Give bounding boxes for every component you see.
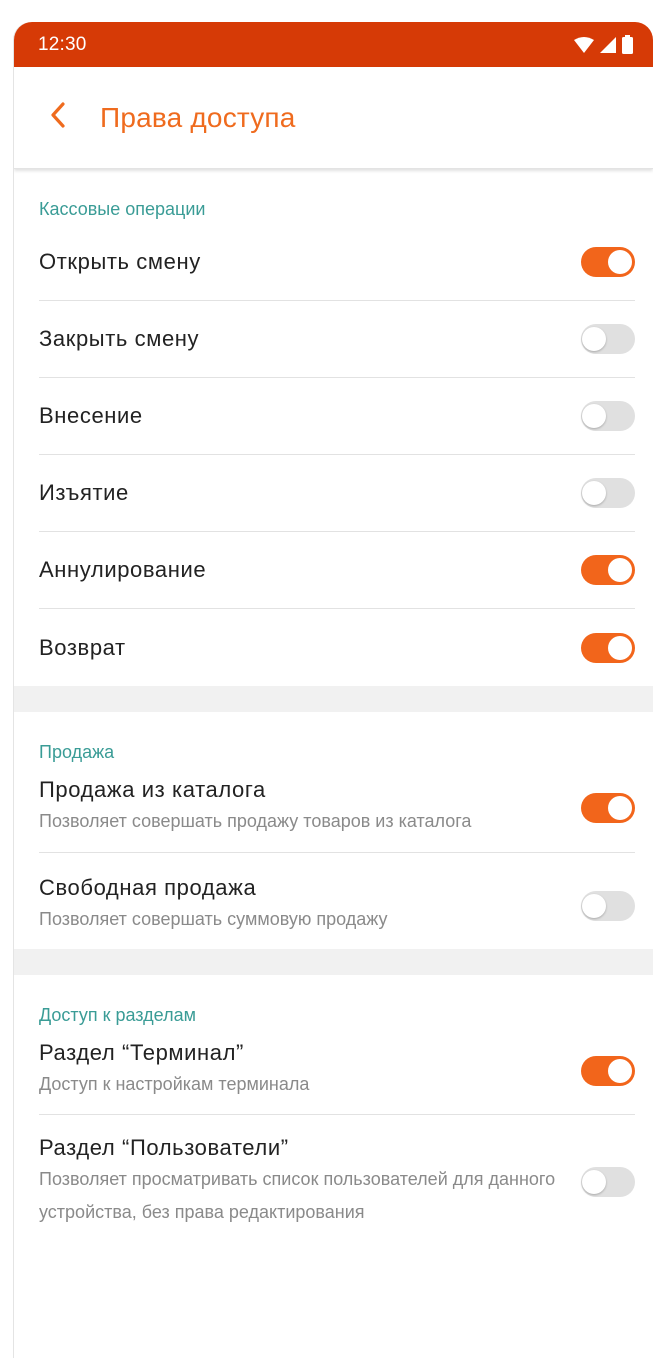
permission-row: Внесение <box>39 378 635 455</box>
section-divider <box>14 686 653 712</box>
section-cash-operations: Кассовые операции Открыть смену Закрыть … <box>14 169 653 686</box>
permission-label: Раздел “Пользователи” <box>39 1135 289 1160</box>
signal-icon <box>600 36 616 53</box>
section-divider <box>14 949 653 975</box>
status-icons <box>574 35 633 54</box>
phone-screen: 12:30 Права доступа Кассовые операции От… <box>14 22 653 1358</box>
permission-row: Возврат <box>39 609 635 686</box>
toggle-knob <box>608 635 632 660</box>
status-time: 12:30 <box>38 33 87 55</box>
permission-row: Продажа из каталога Позволяет совершать … <box>39 767 635 853</box>
page-title: Права доступа <box>100 101 296 133</box>
permission-toggle[interactable] <box>581 555 635 585</box>
toggle-knob <box>582 1170 606 1194</box>
permission-row: Аннулирование <box>39 532 635 609</box>
battery-icon <box>622 35 633 54</box>
permission-toggle[interactable] <box>581 478 635 508</box>
toggle-knob <box>582 481 606 505</box>
wifi-icon <box>574 36 594 53</box>
permission-description: Позволяет совершать суммовую продажу <box>39 909 388 929</box>
section-header: Продажа <box>39 742 115 762</box>
permission-label: Изъятие <box>39 480 129 505</box>
back-button[interactable] <box>46 98 70 138</box>
permission-description: Позволяет совершать продажу товаров из к… <box>39 811 472 831</box>
permission-label: Закрыть смену <box>39 326 200 351</box>
permission-toggle[interactable] <box>581 890 635 921</box>
permission-toggle[interactable] <box>581 247 635 277</box>
permission-description: Позволяет просматривать список пользоват… <box>39 1169 556 1222</box>
permission-toggle[interactable] <box>581 324 635 354</box>
permission-row: Раздел “Пользователи” Позволяет просматр… <box>39 1115 635 1239</box>
permission-label: Открыть смену <box>39 249 201 274</box>
permission-label: Возврат <box>39 634 126 660</box>
permission-description: Доступ к настройкам терминала <box>39 1074 310 1094</box>
permission-row: Открыть смену <box>39 224 635 301</box>
permission-label: Раздел “Терминал” <box>39 1040 244 1065</box>
permission-row: Свободная продажа Позволяет совершать су… <box>39 853 635 949</box>
toggle-knob <box>608 250 632 274</box>
section-sections-access: Доступ к разделам Раздел “Терминал” Дост… <box>14 975 653 1239</box>
permission-row: Изъятие <box>39 455 635 532</box>
permission-row: Закрыть смену <box>39 301 635 378</box>
permission-label: Внесение <box>39 403 143 428</box>
status-bar: 12:30 <box>14 22 653 67</box>
toggle-knob <box>608 558 632 582</box>
section-header: Кассовые операции <box>39 199 206 219</box>
toggle-knob <box>608 795 632 820</box>
permission-toggle[interactable] <box>581 632 635 663</box>
permission-label: Продажа из каталога <box>39 777 266 802</box>
permission-toggle[interactable] <box>581 1055 635 1086</box>
app-bar: Права доступа <box>14 67 653 169</box>
toggle-knob <box>582 404 606 428</box>
section-sales: Продажа Продажа из каталога Позволяет со… <box>14 712 653 949</box>
permission-row: Раздел “Терминал” Доступ к настройкам те… <box>39 1030 635 1115</box>
permission-toggle[interactable] <box>581 792 635 823</box>
permission-toggle[interactable] <box>581 1167 635 1197</box>
section-header: Доступ к разделам <box>39 1005 196 1025</box>
chevron-left-icon <box>50 102 66 133</box>
toggle-knob <box>582 893 606 918</box>
permission-label: Свободная продажа <box>39 875 257 900</box>
toggle-knob <box>582 327 606 351</box>
permission-toggle[interactable] <box>581 401 635 431</box>
permission-label: Аннулирование <box>39 557 207 582</box>
toggle-knob <box>608 1058 632 1083</box>
